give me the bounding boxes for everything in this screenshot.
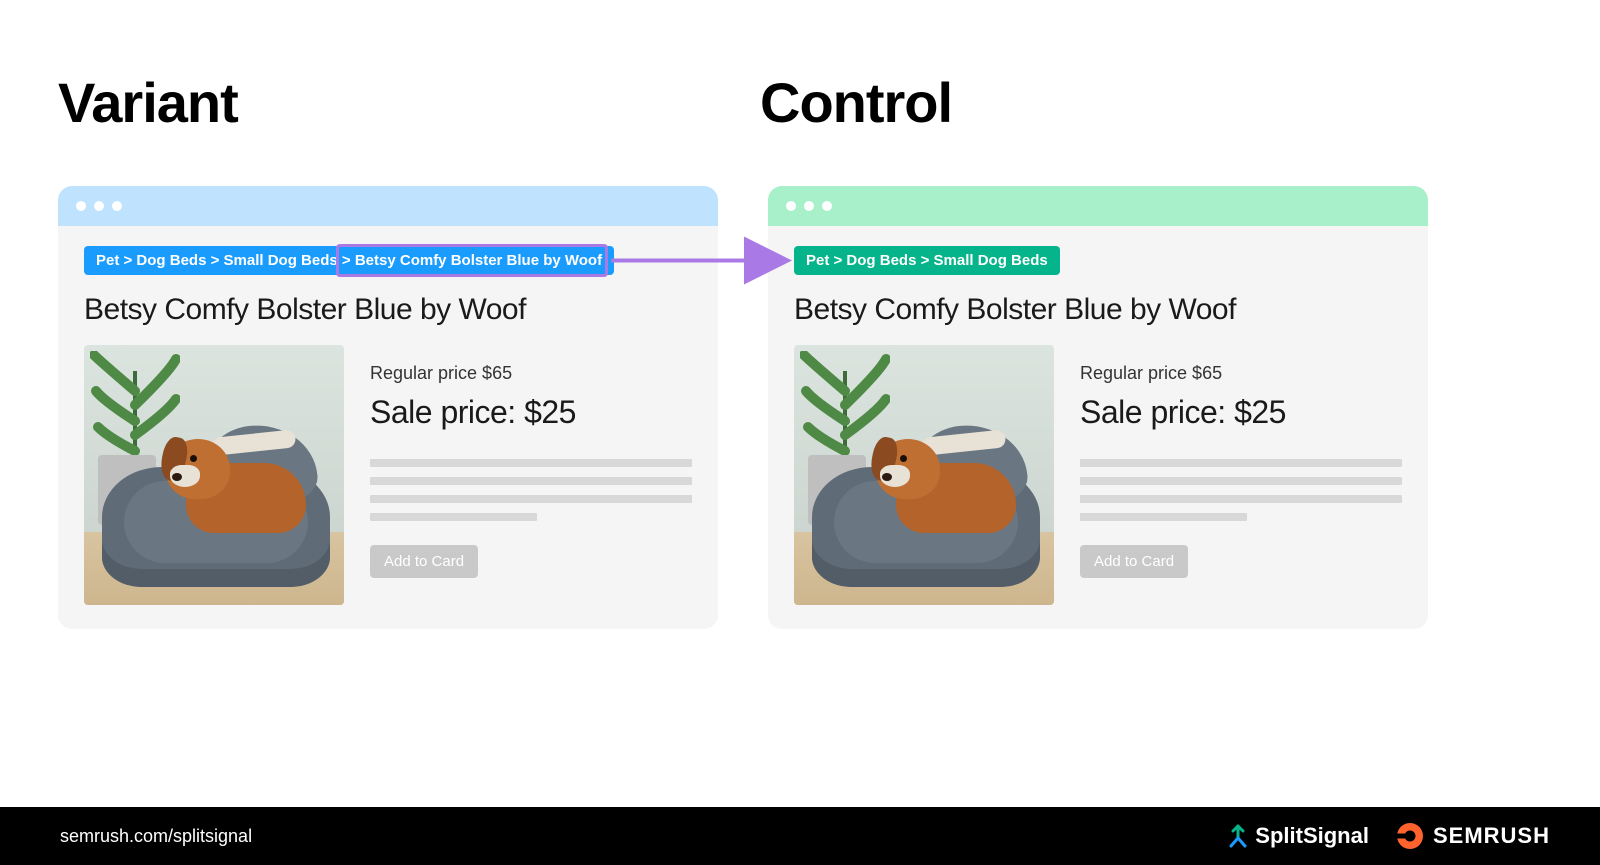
semrush-logo: SEMRUSH [1395,821,1550,851]
product-title: Betsy Comfy Bolster Blue by Woof [84,293,692,327]
window-dot-icon [786,201,796,211]
breadcrumb-prefix: Pet > Dog Beds > Small Dog Beds [96,252,342,269]
splitsignal-text: SplitSignal [1255,823,1369,849]
product-image [84,345,344,605]
control-heading: Control [760,70,952,135]
variant-browser-bar [58,186,718,226]
footer: semrush.com/splitsignal SplitSignal SEMR… [0,807,1600,865]
product-image [794,345,1054,605]
variant-browser: Pet > Dog Beds > Small Dog Beds > Betsy … [58,186,718,629]
control-browser: Pet > Dog Beds > Small Dog Beds Betsy Co… [768,186,1428,629]
footer-brands: SplitSignal SEMRUSH [1227,821,1550,851]
window-dot-icon [112,201,122,211]
breadcrumb[interactable]: Pet > Dog Beds > Small Dog Beds > Betsy … [84,246,614,275]
splitsignal-logo: SplitSignal [1227,823,1369,849]
window-dot-icon [804,201,814,211]
window-dot-icon [94,201,104,211]
product-title: Betsy Comfy Bolster Blue by Woof [794,293,1402,327]
product-row: Regular price $65 Sale price: $25 Add to… [794,345,1402,605]
control-body: Pet > Dog Beds > Small Dog Beds Betsy Co… [768,226,1428,629]
splitsignal-icon [1227,824,1249,848]
regular-price: Regular price $65 [1080,363,1402,384]
window-dot-icon [822,201,832,211]
breadcrumb-highlight-text: > Betsy Comfy Bolster Blue by Woof [342,252,602,269]
add-to-cart-button[interactable]: Add to Card [1080,545,1188,578]
regular-price: Regular price $65 [370,363,692,384]
sale-price: Sale price: $25 [370,394,692,431]
description-placeholder [1080,459,1402,521]
semrush-text: SEMRUSH [1433,823,1550,849]
breadcrumb[interactable]: Pet > Dog Beds > Small Dog Beds [794,246,1060,275]
add-to-cart-button[interactable]: Add to Card [370,545,478,578]
diagram-canvas: Variant Control Pet > Dog Beds > Small D… [0,0,1600,865]
control-browser-bar [768,186,1428,226]
variant-heading: Variant [58,70,238,135]
window-dot-icon [76,201,86,211]
variant-body: Pet > Dog Beds > Small Dog Beds > Betsy … [58,226,718,629]
variant-breadcrumb-wrap: Pet > Dog Beds > Small Dog Beds > Betsy … [84,246,614,275]
info-column: Regular price $65 Sale price: $25 Add to… [1080,345,1402,578]
control-breadcrumb-wrap: Pet > Dog Beds > Small Dog Beds [794,246,1060,275]
info-column: Regular price $65 Sale price: $25 Add to… [370,345,692,578]
product-row: Regular price $65 Sale price: $25 Add to… [84,345,692,605]
footer-url: semrush.com/splitsignal [60,826,252,847]
description-placeholder [370,459,692,521]
semrush-icon [1395,821,1425,851]
sale-price: Sale price: $25 [1080,394,1402,431]
